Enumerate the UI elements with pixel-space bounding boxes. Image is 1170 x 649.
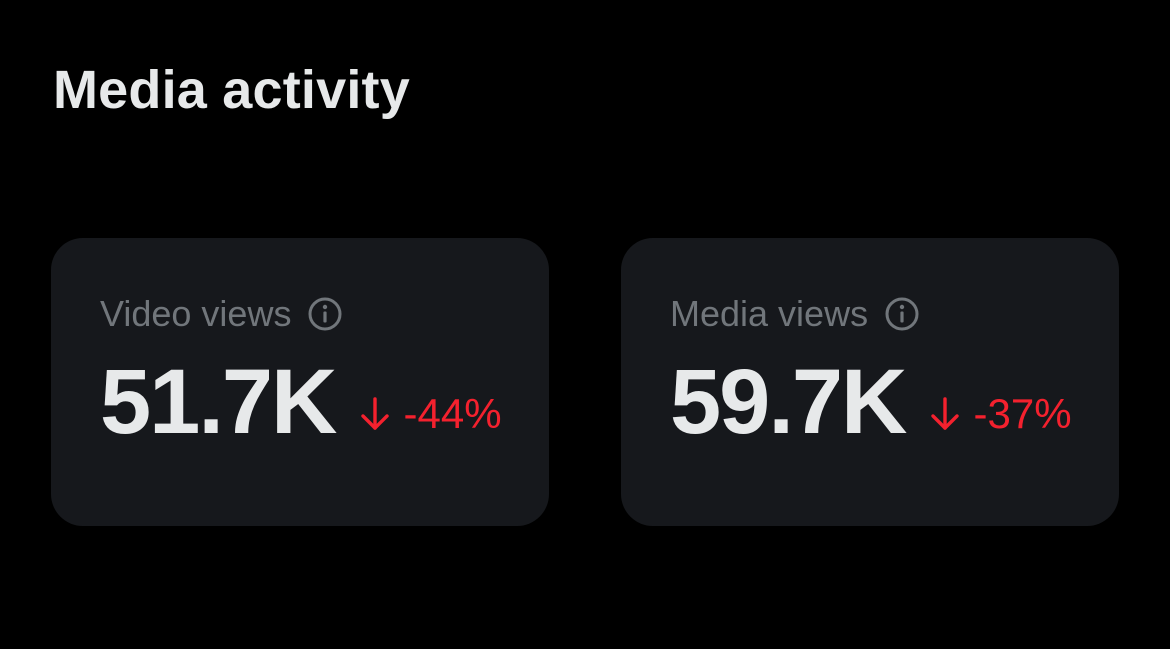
- media-activity-page: Media activity Video views 51.7K -44% Me…: [0, 0, 1170, 649]
- metric-value: 51.7K: [100, 351, 337, 453]
- card-label-row: Video views: [100, 296, 343, 332]
- card-value-row: 51.7K -44%: [100, 356, 502, 448]
- change-indicator: -44%: [358, 393, 502, 435]
- media-views-card: Media views 59.7K -37%: [621, 238, 1119, 526]
- metric-value: 59.7K: [670, 351, 907, 453]
- change-percent: -44%: [403, 390, 502, 437]
- card-label-row: Media views: [670, 296, 920, 332]
- info-icon[interactable]: [307, 296, 343, 332]
- info-icon[interactable]: [884, 296, 920, 332]
- card-label: Video views: [100, 293, 292, 334]
- section-title: Media activity: [53, 60, 410, 120]
- change-percent: -37%: [973, 390, 1072, 437]
- card-label: Media views: [670, 293, 869, 334]
- video-views-card: Video views 51.7K -44%: [51, 238, 549, 526]
- change-indicator: -37%: [928, 393, 1072, 435]
- arrow-down-icon: [358, 395, 392, 433]
- arrow-down-icon: [928, 395, 962, 433]
- card-value-row: 59.7K -37%: [670, 356, 1072, 448]
